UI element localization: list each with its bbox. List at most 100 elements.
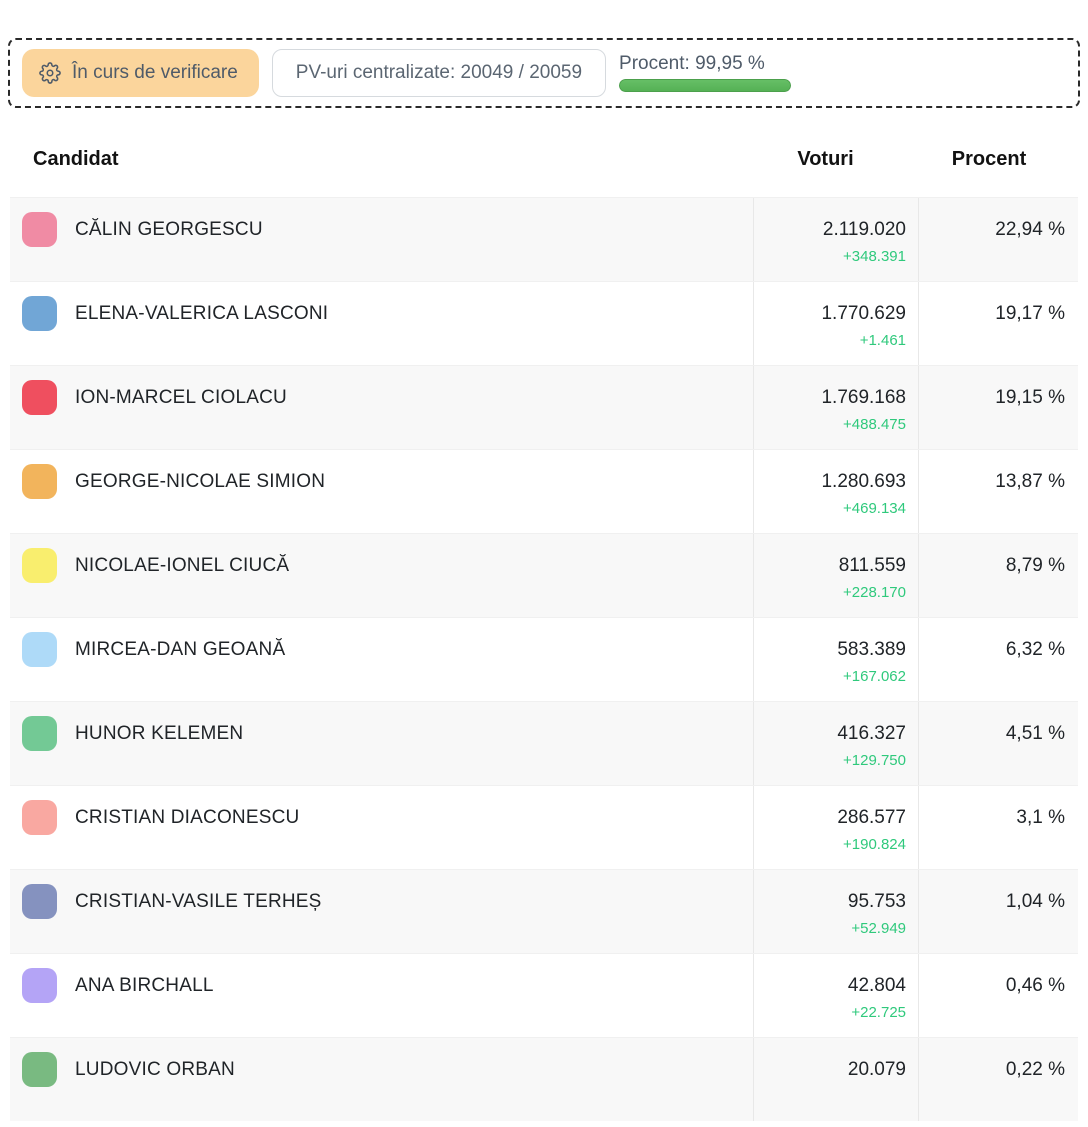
- candidate-color-swatch: [22, 212, 57, 247]
- candidate-name: NICOLAE-IONEL CIUCĂ: [75, 548, 289, 583]
- candidate-color-swatch: [22, 800, 57, 835]
- candidate-name: MIRCEA-DAN GEOANĂ: [75, 632, 285, 667]
- votes-delta: +228.170: [843, 583, 906, 603]
- pv-centralized-box: PV-uri centralizate: 20049 / 20059: [272, 49, 606, 97]
- table-row: ION-MARCEL CIOLACU 1.769.168 +488.475 19…: [10, 365, 1078, 449]
- votes-value: 583.389: [837, 632, 906, 667]
- candidate-color-swatch: [22, 380, 57, 415]
- percent-cell: 19,17 %: [918, 282, 1078, 365]
- candidate-name: GEORGE-NICOLAE SIMION: [75, 464, 325, 499]
- candidate-cell: LUDOVIC ORBAN: [10, 1038, 753, 1121]
- table-row: NICOLAE-IONEL CIUCĂ 811.559 +228.170 8,7…: [10, 533, 1078, 617]
- votes-delta: +190.824: [843, 835, 906, 855]
- column-header-percent: Procent: [918, 148, 1078, 171]
- progress-bar: [619, 79, 791, 92]
- votes-cell: 1.280.693 +469.134: [753, 450, 918, 533]
- percent-cell: 0,22 %: [918, 1038, 1078, 1121]
- candidate-color-swatch: [22, 716, 57, 751]
- candidate-cell: MIRCEA-DAN GEOANĂ: [10, 618, 753, 701]
- percent-label: Procent: 99,95 %: [619, 54, 791, 74]
- progress-bar-fill: [619, 79, 791, 92]
- candidate-color-swatch: [22, 1052, 57, 1087]
- candidate-color-swatch: [22, 296, 57, 331]
- votes-cell: 1.769.168 +488.475: [753, 366, 918, 449]
- percent-cell: 8,79 %: [918, 534, 1078, 617]
- candidate-name: LUDOVIC ORBAN: [75, 1052, 235, 1087]
- table-row: ELENA-VALERICA LASCONI 1.770.629 +1.461 …: [10, 281, 1078, 365]
- candidate-name: CRISTIAN DIACONESCU: [75, 800, 299, 835]
- votes-value: 416.327: [837, 716, 906, 751]
- votes-value: 95.753: [848, 884, 906, 919]
- verification-status-label: În curs de verificare: [72, 62, 238, 84]
- votes-cell: 95.753 +52.949: [753, 870, 918, 953]
- table-header: Candidat Voturi Procent: [10, 122, 1078, 197]
- table-row: ANA BIRCHALL 42.804 +22.725 0,46 %: [10, 953, 1078, 1037]
- percent-cell: 4,51 %: [918, 702, 1078, 785]
- percent-cell: 13,87 %: [918, 450, 1078, 533]
- votes-delta: +348.391: [843, 247, 906, 267]
- pv-centralized-label: PV-uri centralizate: 20049 / 20059: [296, 62, 582, 84]
- table-row: HUNOR KELEMEN 416.327 +129.750 4,51 %: [10, 701, 1078, 785]
- percent-cell: 0,46 %: [918, 954, 1078, 1037]
- candidate-color-swatch: [22, 548, 57, 583]
- votes-delta: +488.475: [843, 415, 906, 435]
- candidate-cell: CRISTIAN-VASILE TERHEȘ: [10, 870, 753, 953]
- table-row: GEORGE-NICOLAE SIMION 1.280.693 +469.134…: [10, 449, 1078, 533]
- candidate-name: CRISTIAN-VASILE TERHEȘ: [75, 884, 322, 919]
- votes-cell: 416.327 +129.750: [753, 702, 918, 785]
- candidate-cell: CRISTIAN DIACONESCU: [10, 786, 753, 869]
- candidate-name: CĂLIN GEORGESCU: [75, 212, 263, 247]
- percent-cell: 6,32 %: [918, 618, 1078, 701]
- votes-value: 286.577: [837, 800, 906, 835]
- candidate-cell: ANA BIRCHALL: [10, 954, 753, 1037]
- candidate-cell: GEORGE-NICOLAE SIMION: [10, 450, 753, 533]
- votes-cell: 811.559 +228.170: [753, 534, 918, 617]
- percent-cell: 3,1 %: [918, 786, 1078, 869]
- candidate-color-swatch: [22, 884, 57, 919]
- candidate-cell: NICOLAE-IONEL CIUCĂ: [10, 534, 753, 617]
- percent-cell: 1,04 %: [918, 870, 1078, 953]
- candidate-cell: HUNOR KELEMEN: [10, 702, 753, 785]
- table-row: LUDOVIC ORBAN 20.079 0,22 %: [10, 1037, 1078, 1121]
- candidate-color-swatch: [22, 968, 57, 1003]
- votes-delta: +1.461: [860, 331, 906, 351]
- votes-delta: +22.725: [851, 1003, 906, 1023]
- candidate-cell: CĂLIN GEORGESCU: [10, 198, 753, 281]
- status-bar: În curs de verificare PV-uri centralizat…: [8, 38, 1080, 108]
- results-table: Candidat Voturi Procent CĂLIN GEORGESCU …: [10, 122, 1078, 1121]
- votes-cell: 286.577 +190.824: [753, 786, 918, 869]
- gear-alert-icon: [39, 62, 61, 84]
- percent-cell: 19,15 %: [918, 366, 1078, 449]
- votes-delta: +129.750: [843, 751, 906, 771]
- votes-cell: 2.119.020 +348.391: [753, 198, 918, 281]
- votes-cell: 20.079: [753, 1038, 918, 1121]
- candidate-name: HUNOR KELEMEN: [75, 716, 243, 751]
- votes-value: 1.280.693: [821, 464, 906, 499]
- verification-status-badge[interactable]: În curs de verificare: [22, 49, 259, 97]
- votes-value: 1.769.168: [821, 380, 906, 415]
- votes-delta: +167.062: [843, 667, 906, 687]
- candidate-name: ION-MARCEL CIOLACU: [75, 380, 287, 415]
- votes-cell: 42.804 +22.725: [753, 954, 918, 1037]
- votes-cell: 583.389 +167.062: [753, 618, 918, 701]
- votes-value: 20.079: [848, 1052, 906, 1087]
- votes-delta: +469.134: [843, 499, 906, 519]
- column-header-candidate: Candidat: [10, 148, 753, 171]
- votes-value: 811.559: [839, 548, 906, 583]
- percent-progress-block: Procent: 99,95 %: [619, 54, 791, 92]
- votes-value: 42.804: [848, 968, 906, 1003]
- column-header-votes: Voturi: [753, 148, 918, 171]
- table-row: CĂLIN GEORGESCU 2.119.020 +348.391 22,94…: [10, 197, 1078, 281]
- votes-value: 1.770.629: [821, 296, 906, 331]
- table-row: MIRCEA-DAN GEOANĂ 583.389 +167.062 6,32 …: [10, 617, 1078, 701]
- votes-value: 2.119.020: [823, 212, 906, 247]
- candidate-cell: ION-MARCEL CIOLACU: [10, 366, 753, 449]
- candidate-cell: ELENA-VALERICA LASCONI: [10, 282, 753, 365]
- votes-cell: 1.770.629 +1.461: [753, 282, 918, 365]
- table-row: CRISTIAN DIACONESCU 286.577 +190.824 3,1…: [10, 785, 1078, 869]
- candidate-color-swatch: [22, 464, 57, 499]
- candidate-color-swatch: [22, 632, 57, 667]
- candidate-name: ELENA-VALERICA LASCONI: [75, 296, 328, 331]
- percent-cell: 22,94 %: [918, 198, 1078, 281]
- table-body: CĂLIN GEORGESCU 2.119.020 +348.391 22,94…: [10, 197, 1078, 1121]
